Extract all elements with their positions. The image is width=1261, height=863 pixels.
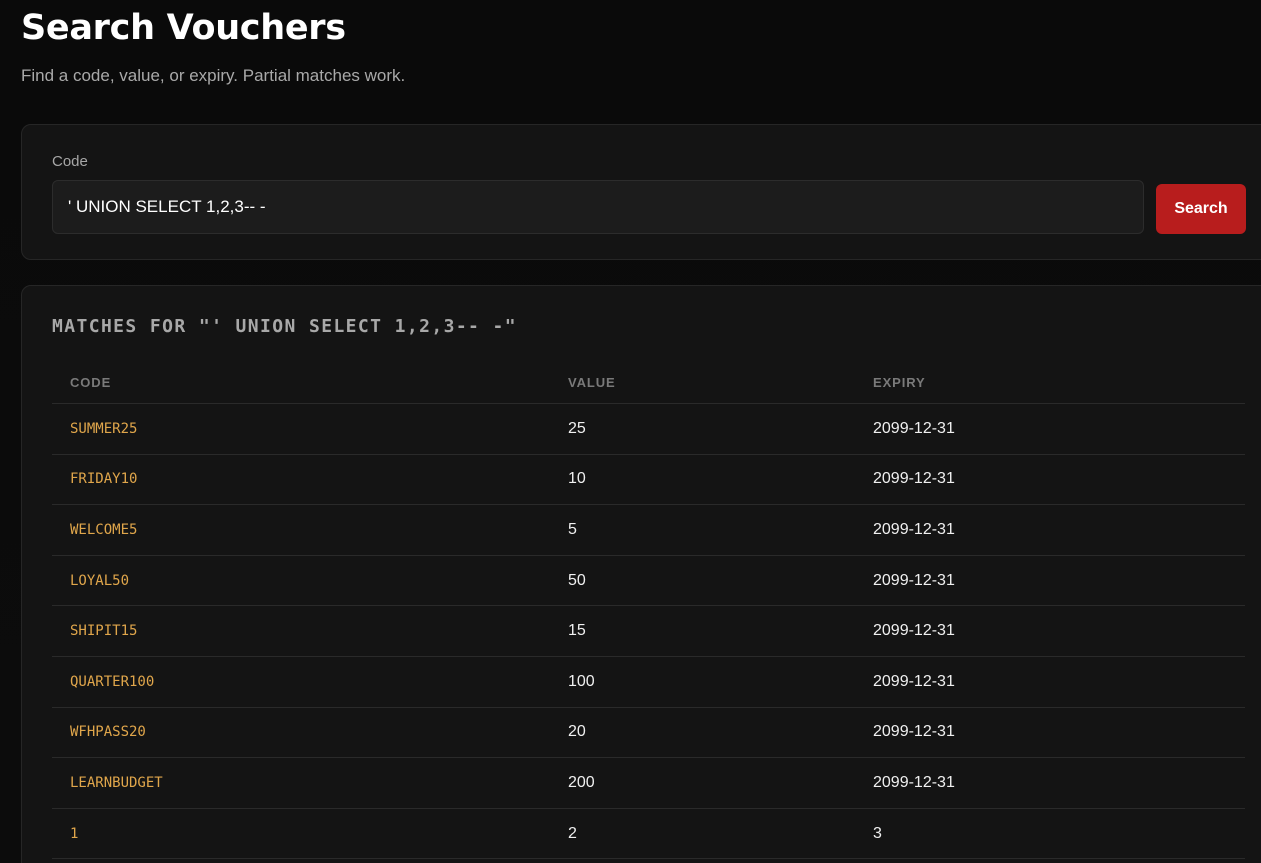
table-row: SHIPIT15 15 2099-12-31 <box>52 605 1245 657</box>
voucher-value: 50 <box>550 555 855 607</box>
voucher-expiry: 2099-12-31 <box>855 605 1245 657</box>
column-header-value: VALUE <box>550 361 855 404</box>
voucher-code: LEARNBUDGET <box>52 757 550 809</box>
column-header-expiry: EXPIRY <box>855 361 1245 404</box>
voucher-expiry: 2099-12-31 <box>855 555 1245 607</box>
table-row: QUARTER100 100 2099-12-31 <box>52 656 1245 708</box>
page: Search Vouchers Find a code, value, or e… <box>0 0 1261 863</box>
voucher-value: 20 <box>550 707 855 759</box>
voucher-value: 100 <box>550 656 855 708</box>
voucher-expiry: 2099-12-31 <box>855 707 1245 759</box>
column-header-code: CODE <box>52 361 550 404</box>
voucher-value: 5 <box>550 504 855 556</box>
voucher-code: SHIPIT15 <box>52 605 550 657</box>
code-search-input[interactable] <box>52 180 1144 234</box>
voucher-code: LOYAL50 <box>52 555 550 607</box>
table-row: WFHPASS20 20 2099-12-31 <box>52 707 1245 759</box>
table-row: LEARNBUDGET 200 2099-12-31 <box>52 757 1245 809</box>
voucher-expiry: 2099-12-31 <box>855 403 1245 455</box>
results-table: CODE VALUE EXPIRY SUMMER25 25 2099-12-31… <box>52 361 1245 860</box>
voucher-value: 200 <box>550 757 855 809</box>
voucher-value: 2 <box>550 808 855 860</box>
table-row: LOYAL50 50 2099-12-31 <box>52 555 1245 607</box>
voucher-code: SUMMER25 <box>52 403 550 455</box>
table-row: 1 2 3 <box>52 808 1245 860</box>
voucher-value: 25 <box>550 403 855 455</box>
voucher-value: 15 <box>550 605 855 657</box>
voucher-value: 10 <box>550 454 855 506</box>
voucher-code: 1 <box>52 808 550 860</box>
results-heading: MATCHES FOR "' UNION SELECT 1,2,3-- -" <box>52 316 518 337</box>
search-button[interactable]: Search <box>1156 184 1246 234</box>
table-row: FRIDAY10 10 2099-12-31 <box>52 454 1245 506</box>
voucher-expiry: 2099-12-31 <box>855 656 1245 708</box>
search-card: Code Search <box>21 124 1261 260</box>
voucher-expiry: 2099-12-31 <box>855 757 1245 809</box>
voucher-code: WFHPASS20 <box>52 707 550 759</box>
page-subtitle: Find a code, value, or expiry. Partial m… <box>21 66 406 85</box>
voucher-expiry: 3 <box>855 808 1245 860</box>
voucher-code: FRIDAY10 <box>52 454 550 506</box>
results-card: MATCHES FOR "' UNION SELECT 1,2,3-- -" C… <box>21 285 1261 863</box>
voucher-expiry: 2099-12-31 <box>855 454 1245 506</box>
voucher-code: WELCOME5 <box>52 504 550 556</box>
page-title: Search Vouchers <box>21 8 346 48</box>
table-row: SUMMER25 25 2099-12-31 <box>52 403 1245 455</box>
voucher-expiry: 2099-12-31 <box>855 504 1245 556</box>
voucher-code: QUARTER100 <box>52 656 550 708</box>
code-field-label: Code <box>52 153 88 170</box>
table-header-row: CODE VALUE EXPIRY <box>52 361 1245 404</box>
table-row: WELCOME5 5 2099-12-31 <box>52 504 1245 556</box>
